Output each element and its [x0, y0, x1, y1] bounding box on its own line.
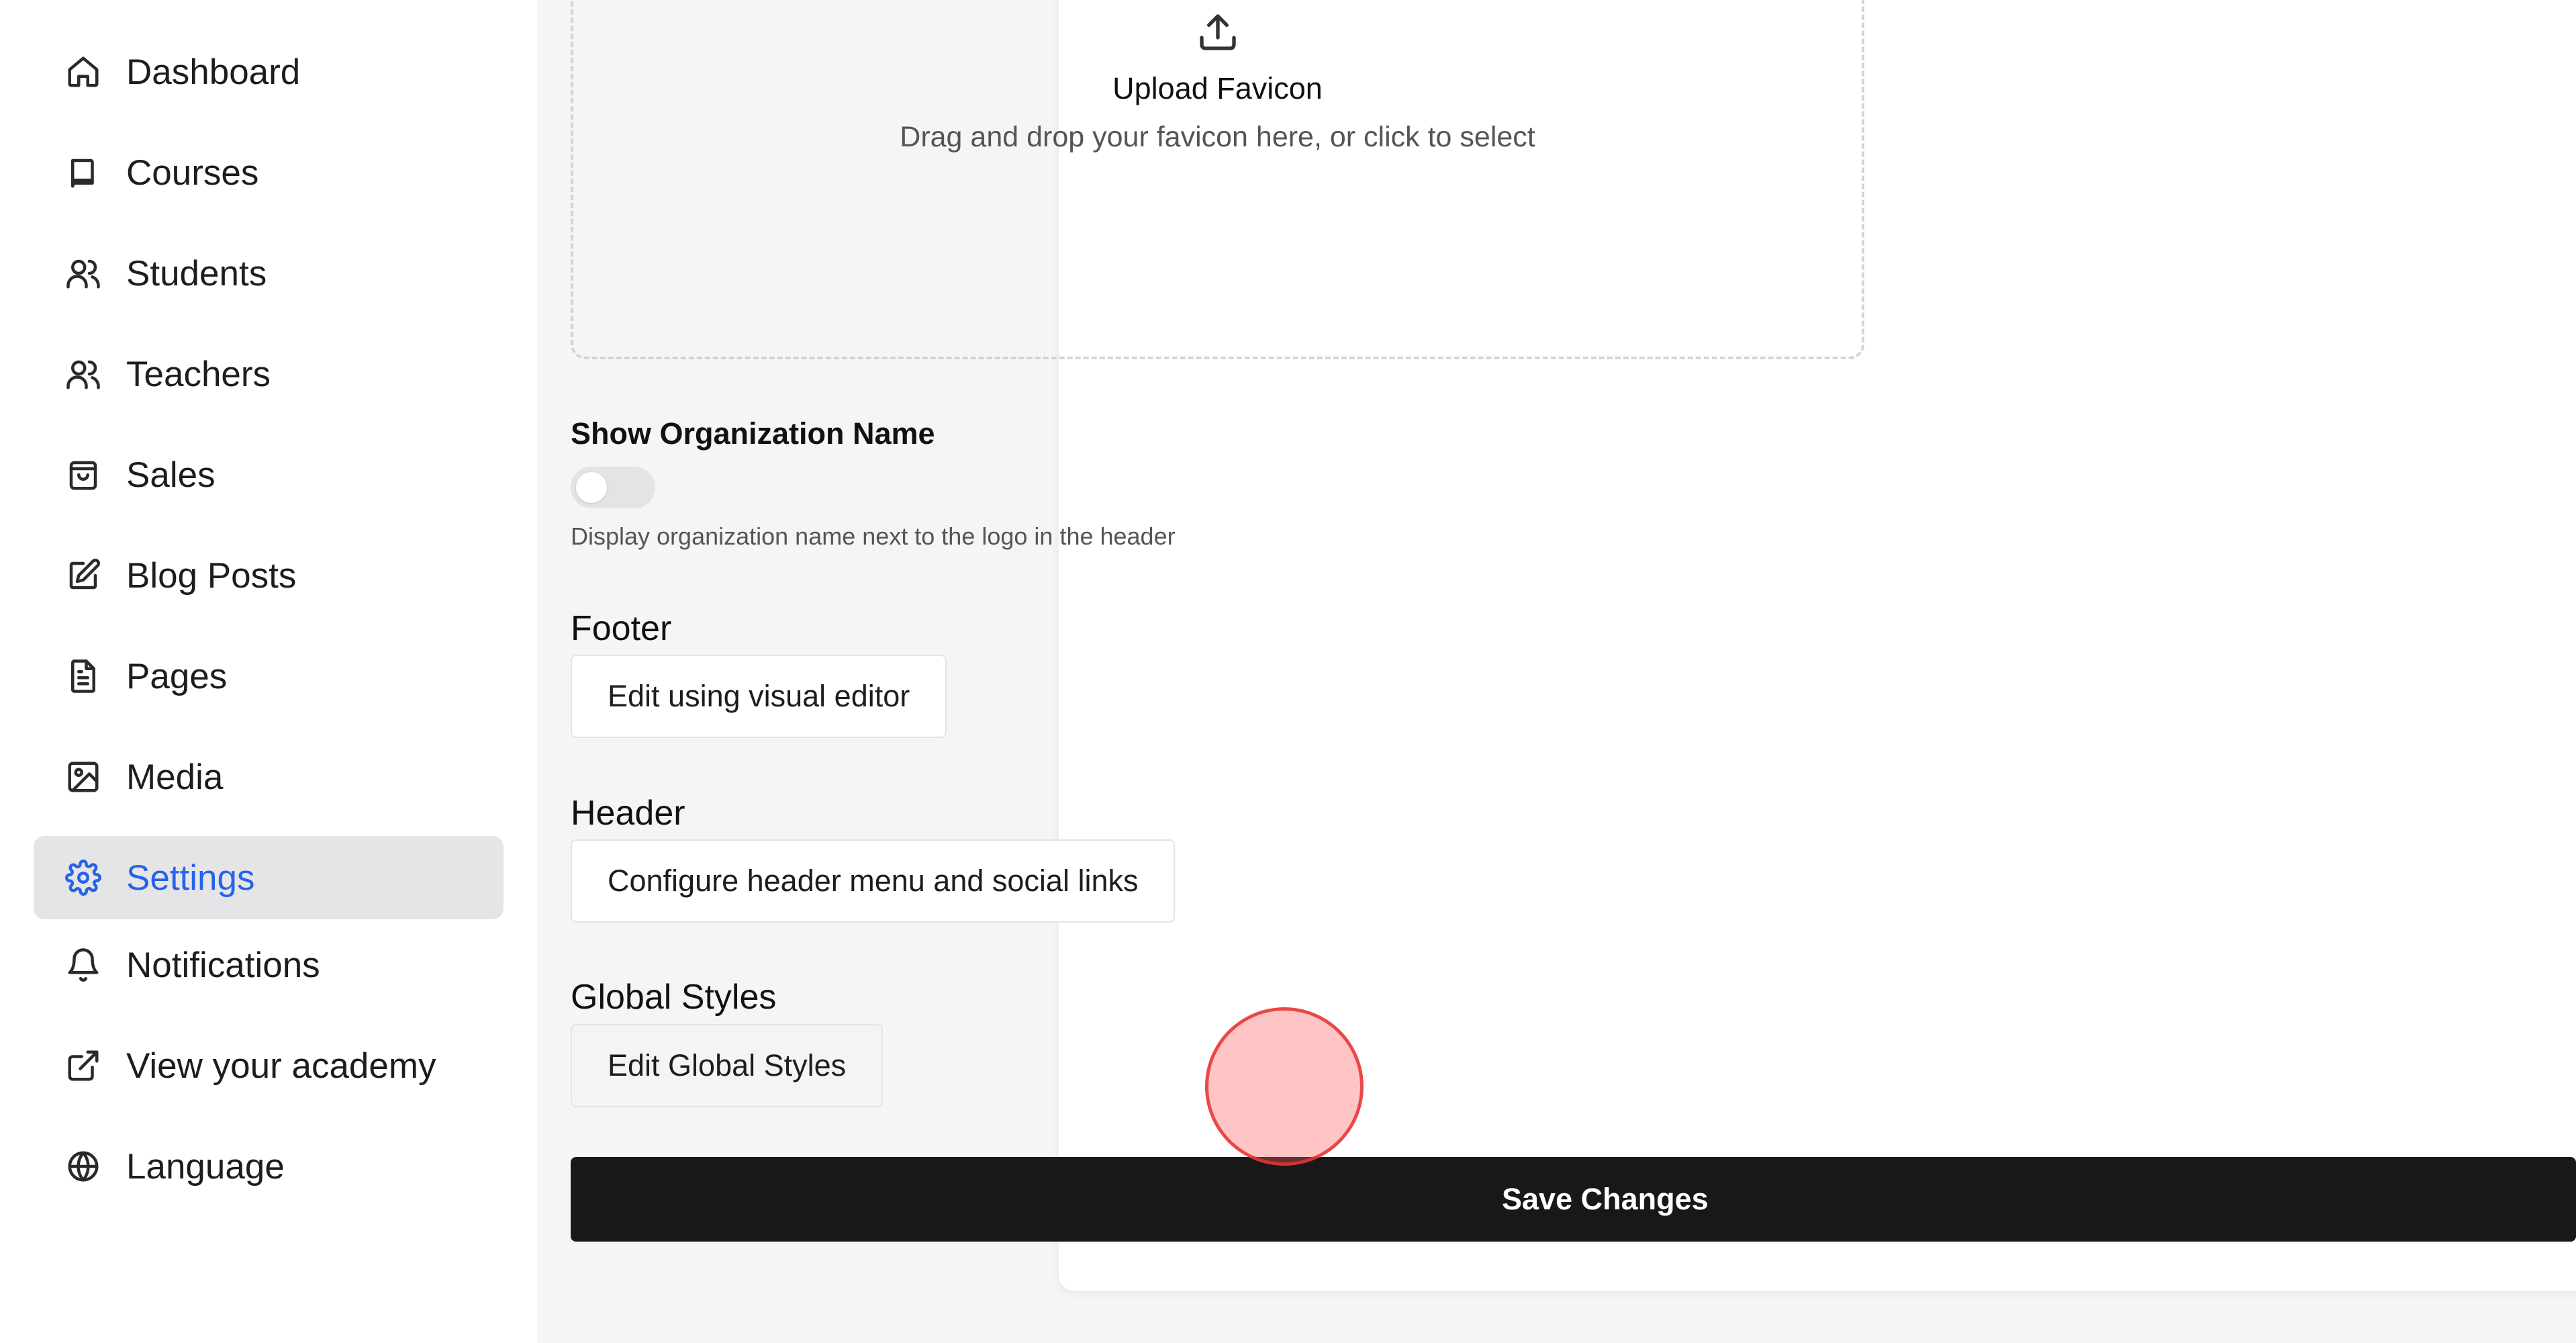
- header-label: Header: [571, 794, 685, 833]
- toggle-knob: [576, 472, 607, 503]
- favicon-dropzone[interactable]: Upload Favicon Drag and drop your favico…: [571, 0, 1864, 359]
- file-text-icon: [65, 658, 101, 694]
- sidebar-item-courses[interactable]: Courses: [34, 131, 504, 214]
- external-link-icon: [65, 1048, 101, 1084]
- footer-label: Footer: [571, 609, 672, 648]
- image-icon: [65, 759, 101, 795]
- sidebar-item-view-academy[interactable]: View your academy: [34, 1024, 504, 1107]
- sidebar-item-label: Settings: [126, 858, 255, 898]
- org-name-toggle[interactable]: [571, 467, 655, 508]
- sidebar-item-notifications[interactable]: Notifications: [34, 923, 504, 1007]
- users-icon: [65, 255, 101, 291]
- sidebar-item-label: Students: [126, 253, 267, 293]
- sidebar-item-label: Blog Posts: [126, 555, 297, 596]
- book-icon: [65, 154, 101, 191]
- shopping-bag-icon: [65, 457, 101, 493]
- sidebar-item-label: Language: [126, 1146, 285, 1187]
- sidebar-item-pages[interactable]: Pages: [34, 635, 504, 718]
- sidebar-item-settings[interactable]: Settings: [34, 836, 504, 919]
- sidebar-item-media[interactable]: Media: [34, 735, 504, 819]
- sidebar-item-students[interactable]: Students: [34, 232, 504, 315]
- sidebar-item-dashboard[interactable]: Dashboard: [34, 30, 504, 113]
- sidebar-item-blog-posts[interactable]: Blog Posts: [34, 534, 504, 617]
- sidebar-item-label: Pages: [126, 656, 228, 696]
- configure-header-button[interactable]: Configure header menu and social links: [571, 839, 1176, 923]
- dropzone-hint: Drag and drop your favicon here, or clic…: [900, 121, 1535, 153]
- save-changes-button[interactable]: Save Changes: [571, 1157, 2576, 1242]
- sidebar-item-label: Dashboard: [126, 52, 301, 92]
- sidebar-item-label: View your academy: [126, 1046, 436, 1086]
- sidebar-item-label: Notifications: [126, 945, 320, 985]
- global-styles-label: Global Styles: [571, 978, 777, 1017]
- sidebar-item-teachers[interactable]: Teachers: [34, 332, 504, 416]
- sidebar-item-label: Sales: [126, 455, 216, 495]
- upload-icon: [1196, 11, 1239, 54]
- edit-icon: [65, 557, 101, 594]
- gear-icon: [65, 860, 101, 896]
- home-icon: [65, 54, 101, 90]
- sidebar: Dashboard Courses Students Teachers Sale…: [0, 0, 537, 1343]
- globe-icon: [65, 1148, 101, 1185]
- edit-footer-button[interactable]: Edit using visual editor: [571, 655, 947, 738]
- sidebar-item-label: Media: [126, 757, 224, 797]
- users-icon: [65, 356, 101, 392]
- sidebar-item-label: Courses: [126, 152, 259, 193]
- save-changes-label: Save Changes: [1502, 1182, 1709, 1216]
- bell-icon: [65, 947, 101, 983]
- dropzone-title: Upload Favicon: [1112, 71, 1323, 105]
- org-name-label: Show Organization Name: [571, 416, 935, 451]
- sidebar-item-label: Teachers: [126, 354, 271, 394]
- edit-global-styles-button[interactable]: Edit Global Styles: [571, 1024, 884, 1107]
- sidebar-item-sales[interactable]: Sales: [34, 433, 504, 516]
- sidebar-item-language[interactable]: Language: [34, 1125, 504, 1208]
- org-name-help: Display organization name next to the lo…: [571, 522, 1176, 550]
